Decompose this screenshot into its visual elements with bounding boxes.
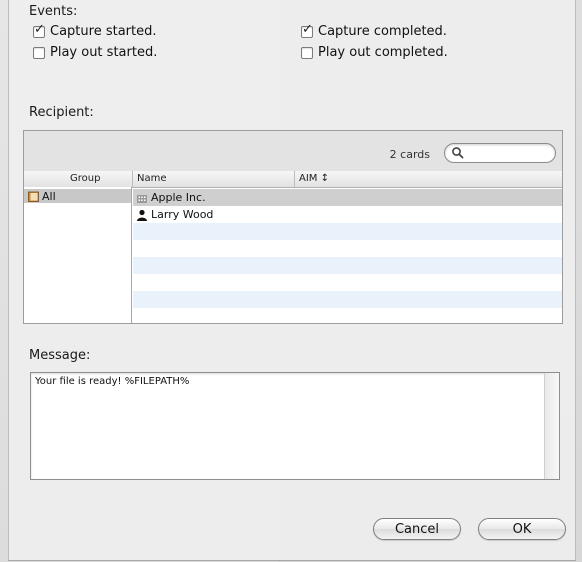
search-icon xyxy=(452,147,464,159)
cards-table: Group Name AIM ↕ All Apple Inc. Larry Wo… xyxy=(24,171,562,323)
message-textarea[interactable]: Your file is ready! %FILEPATH% xyxy=(30,372,560,480)
empty-row xyxy=(133,291,562,308)
capture-started-label: Capture started. xyxy=(50,24,157,39)
group-row-all[interactable]: All xyxy=(24,189,131,203)
name-column-header[interactable]: Name xyxy=(137,173,167,184)
recipient-picker: 2 cards Group Name AIM ↕ All Apple Inc. … xyxy=(23,130,563,324)
empty-row xyxy=(133,274,562,291)
person-icon xyxy=(137,209,147,221)
message-scrollbar[interactable] xyxy=(544,373,559,479)
group-column-header[interactable]: Group xyxy=(70,173,100,184)
ok-button[interactable]: OK xyxy=(478,518,566,540)
capture-completed-label: Capture completed. xyxy=(318,24,447,39)
search-input[interactable] xyxy=(444,143,556,163)
column-headers: Group Name AIM ↕ xyxy=(24,171,562,188)
address-book-icon xyxy=(28,191,39,202)
play-out-started-label: Play out started. xyxy=(50,45,158,60)
capture-started-checkbox[interactable]: Capture started. xyxy=(33,22,157,39)
play-out-completed-checkbox[interactable]: Play out completed. xyxy=(301,45,448,60)
column-divider xyxy=(132,171,133,187)
notification-sheet: Events: Capture started. Capture complet… xyxy=(8,0,576,561)
groups-list: All xyxy=(24,187,132,323)
message-text: Your file is ready! %FILEPATH% xyxy=(35,376,190,387)
cards-count: 2 cards xyxy=(389,148,430,161)
capture-completed-checkbox[interactable]: Capture completed. xyxy=(301,22,447,39)
empty-row xyxy=(133,223,562,240)
empty-row xyxy=(133,308,562,323)
checkbox-unchecked-icon xyxy=(301,46,313,59)
events-label: Events: xyxy=(29,4,78,19)
empty-row xyxy=(133,240,562,257)
checkbox-unchecked-icon xyxy=(33,46,45,59)
recipient-label: Recipient: xyxy=(29,105,94,120)
group-label: All xyxy=(42,189,56,203)
play-out-completed-label: Play out completed. xyxy=(318,45,448,60)
column-divider xyxy=(294,171,295,187)
aim-column-header[interactable]: AIM ↕ xyxy=(299,173,329,184)
play-out-started-checkbox[interactable]: Play out started. xyxy=(33,45,157,60)
company-icon xyxy=(137,194,147,203)
card-name: Apple Inc. xyxy=(151,191,206,204)
checkbox-checked-icon xyxy=(301,22,313,38)
card-name: Larry Wood xyxy=(151,208,214,221)
cancel-button[interactable]: Cancel xyxy=(373,518,461,540)
names-list: Apple Inc. Larry Wood xyxy=(133,187,562,323)
message-label: Message: xyxy=(29,348,91,363)
card-row-larry[interactable]: Larry Wood xyxy=(133,206,562,223)
card-row-apple[interactable]: Apple Inc. xyxy=(133,189,562,206)
empty-row xyxy=(133,257,562,274)
checkbox-checked-icon xyxy=(33,22,45,38)
